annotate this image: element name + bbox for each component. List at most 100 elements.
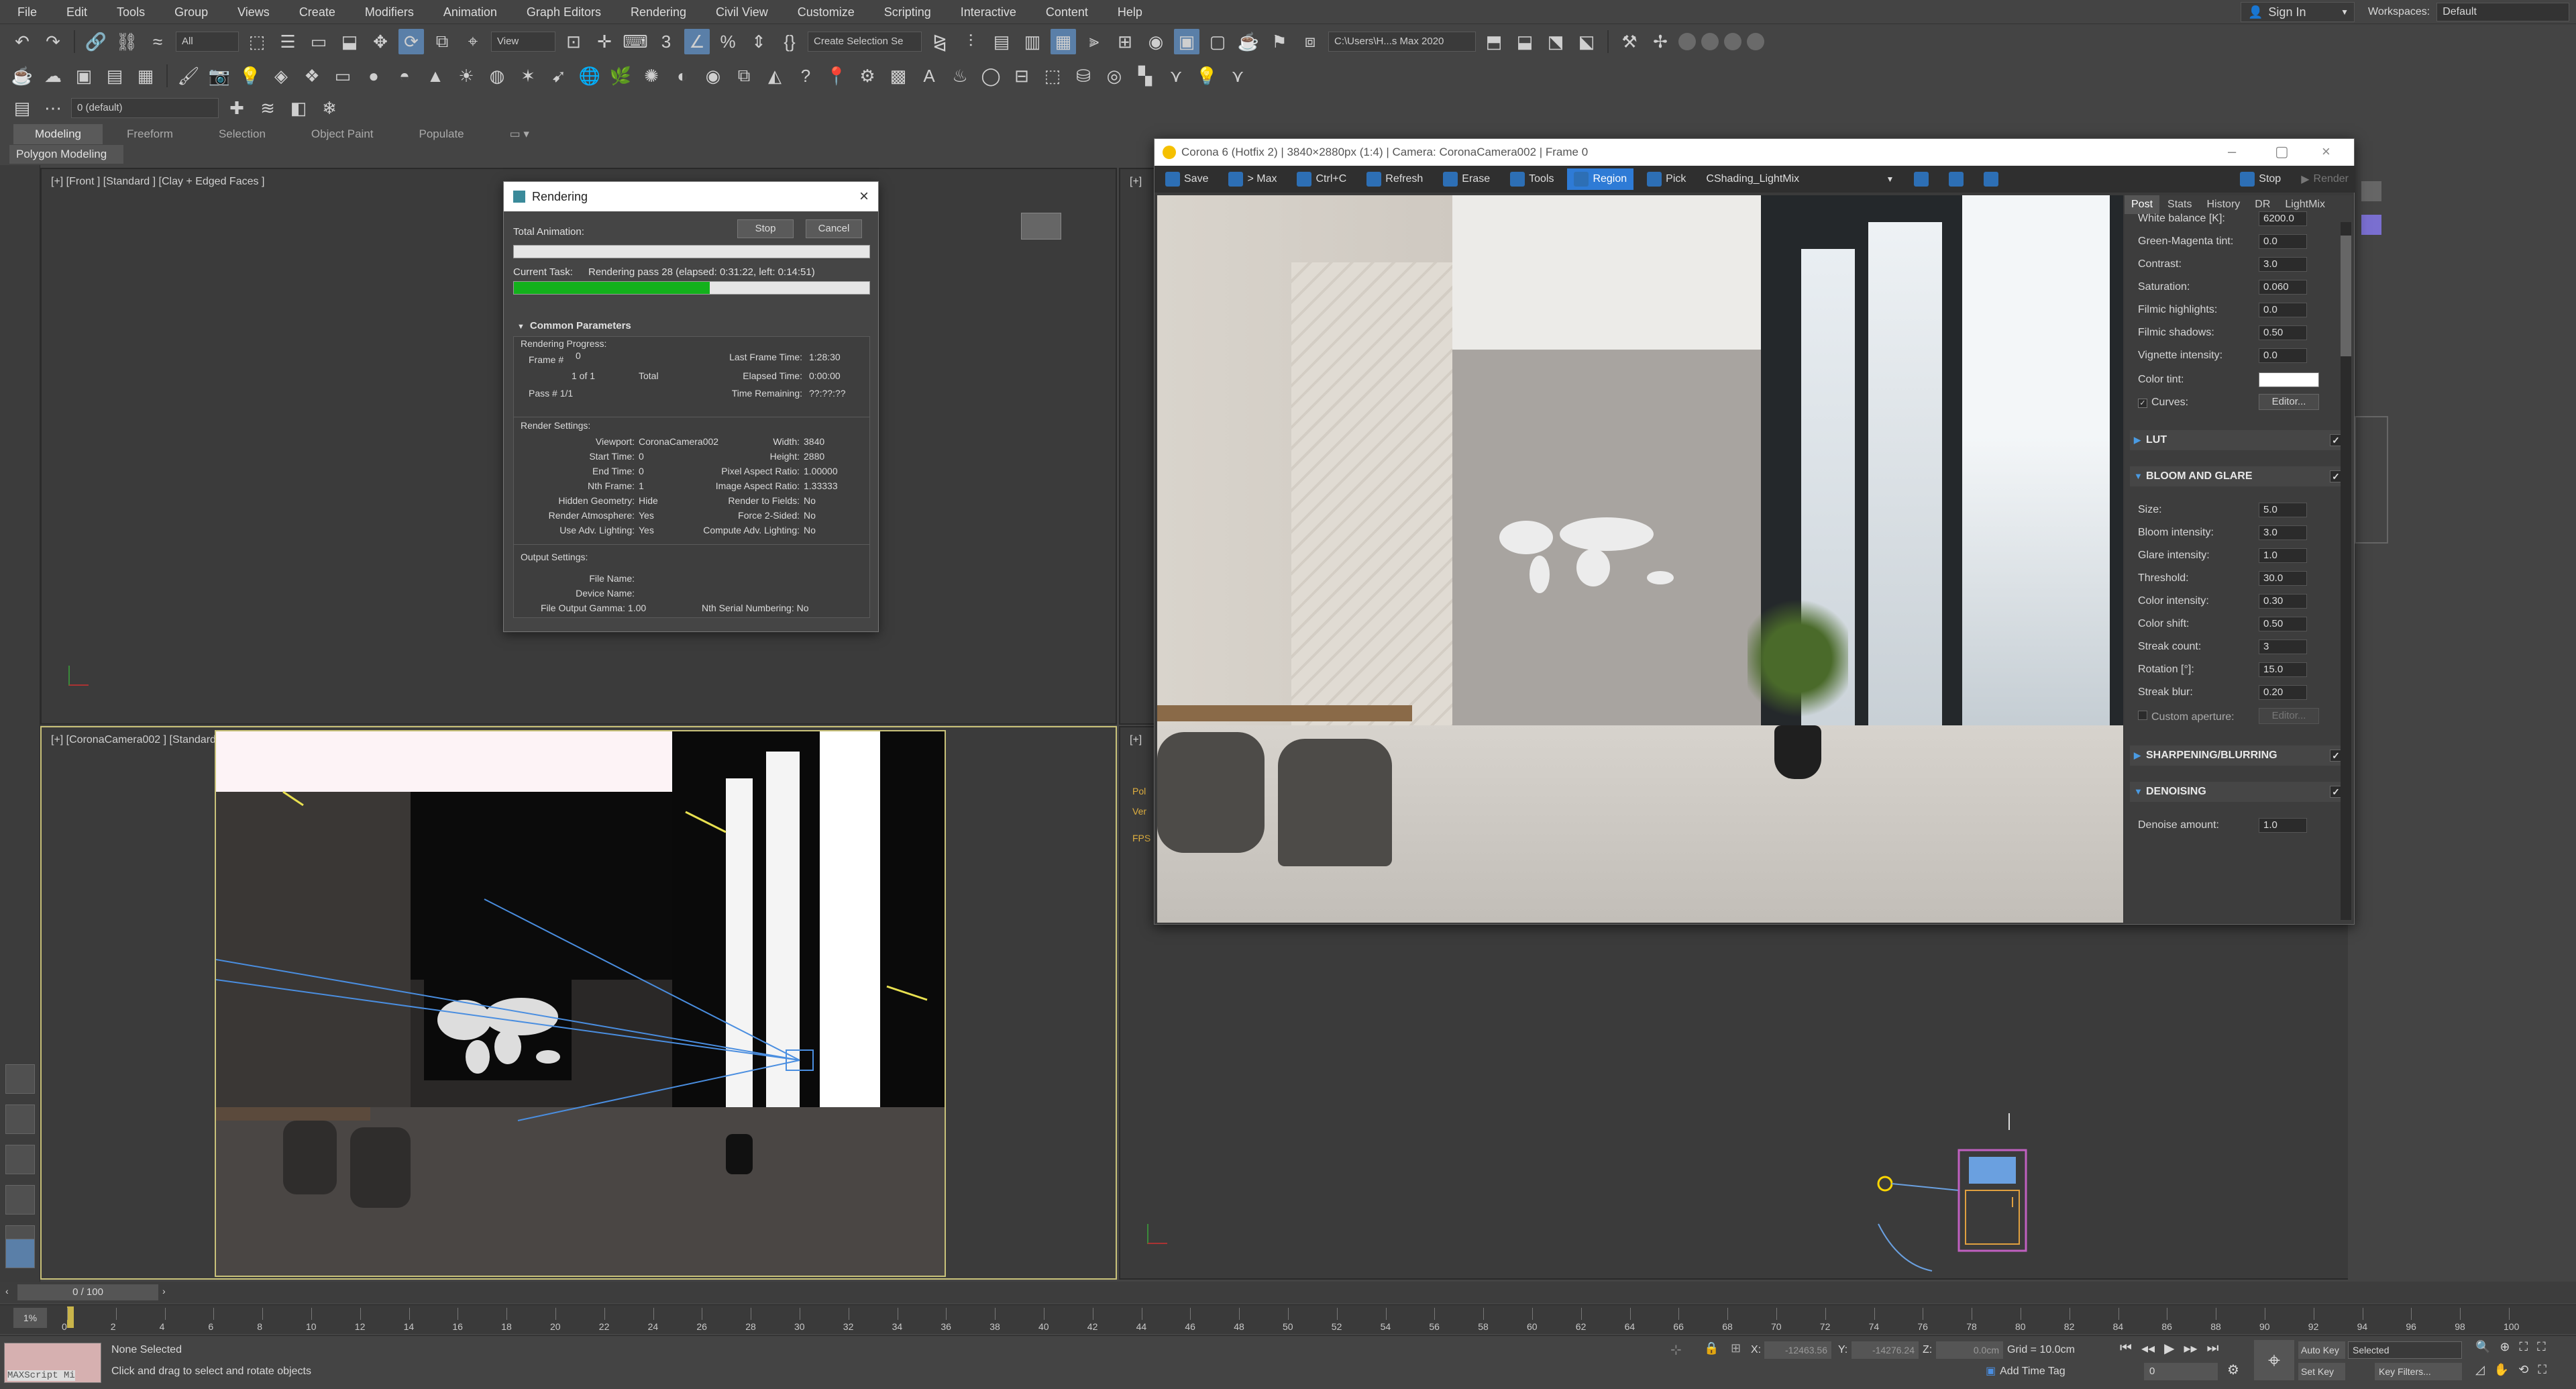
layer-manager-icon[interactable]: ▤ [9, 95, 35, 121]
layer-select-icon[interactable]: ◧ [286, 95, 311, 121]
timeline-mode-icon[interactable]: 1% [13, 1308, 47, 1328]
named-selection-icon[interactable]: {} [777, 29, 802, 54]
viewport-top-label[interactable]: [+] [1130, 734, 1142, 746]
curves-row[interactable]: ✓ Curves: [2138, 397, 2188, 409]
extra-chevron-icon[interactable]: ⋎ [1225, 63, 1250, 89]
absolute-mode-icon[interactable]: ⊞ [1731, 1341, 1741, 1355]
aperture-editor-button[interactable]: Editor... [2259, 708, 2319, 724]
orbit-icon[interactable]: ⟲ [2518, 1363, 2528, 1377]
viewport-right-label[interactable]: [+] [1130, 176, 1142, 188]
rectangular-selection-icon[interactable]: ▭ [306, 29, 331, 54]
vfb-render-button[interactable]: ▶ Render [2294, 168, 2355, 190]
vfb-save-button[interactable]: Save [1159, 168, 1215, 190]
menu-civil-view[interactable]: Civil View [701, 0, 783, 24]
pin-icon[interactable]: 📍 [824, 63, 849, 89]
layout-tab-1[interactable] [5, 1104, 35, 1134]
z-coordinate-field[interactable]: 0.0cm [1936, 1341, 2003, 1359]
zoom-in-button[interactable] [1907, 168, 1935, 190]
plane-icon[interactable]: ▭ [330, 63, 356, 89]
contrast-field[interactable]: 3.0 [2259, 257, 2307, 272]
streak-count-field[interactable]: 3 [2259, 639, 2307, 654]
scene-explorer-icon[interactable]: ▤ [989, 29, 1014, 54]
close-icon[interactable]: × [859, 187, 869, 206]
named-selection-sets-dropdown[interactable]: Create Selection Se [808, 32, 922, 52]
vfb-region-button[interactable]: Region [1567, 168, 1634, 190]
camera-icon[interactable]: 📷 [207, 63, 232, 89]
menu-help[interactable]: Help [1103, 0, 1157, 24]
sky-icon[interactable]: ◍ [484, 63, 510, 89]
menu-edit[interactable]: Edit [52, 0, 102, 24]
white-balance-field[interactable]: 6200.0 [2259, 211, 2307, 226]
layout-tab-active[interactable] [5, 1239, 35, 1268]
color-tint-swatch[interactable] [2259, 372, 2319, 387]
pan-icon[interactable]: ✋ [2494, 1363, 2509, 1377]
go-to-start-icon[interactable]: ⏮ [2120, 1341, 2132, 1356]
layer-stack-icon[interactable]: ≋ [255, 95, 280, 121]
ring-icon[interactable]: ◯ [978, 63, 1004, 89]
layout-tab-2[interactable] [5, 1145, 35, 1174]
cancel-button[interactable]: Cancel [806, 219, 862, 238]
proxy-icon[interactable]: ◈ [268, 63, 294, 89]
menu-views[interactable]: Views [223, 0, 284, 24]
eye-icon[interactable]: ◎ [1102, 63, 1127, 89]
text-icon[interactable]: A [916, 63, 942, 89]
key-selection-dropdown[interactable]: Selected [2348, 1341, 2462, 1359]
time-config-icon[interactable]: ⚙ [2227, 1361, 2239, 1378]
tab-populate[interactable]: Populate [398, 124, 486, 144]
link-icon[interactable]: 🔗 [83, 29, 109, 54]
tab-object-paint[interactable]: Object Paint [290, 124, 395, 144]
stop-button[interactable]: Stop [737, 219, 794, 238]
menu-tools[interactable]: Tools [102, 0, 160, 24]
keyboard-shortcut-icon[interactable]: ⌨ [623, 29, 648, 54]
project-folder-dropdown[interactable]: C:\Users\H...s Max 2020 [1328, 32, 1476, 52]
shape-icon[interactable]: ◭ [762, 63, 788, 89]
ribbon-options-icon[interactable]: ▭ ▾ [488, 124, 551, 144]
pivot-center-icon[interactable]: ⊡ [561, 29, 586, 54]
previous-frame-icon[interactable]: ◂◂ [2141, 1340, 2155, 1357]
maximize-viewport-icon[interactable]: ⛶ [2538, 1363, 2546, 1377]
menu-scripting[interactable]: Scripting [869, 0, 946, 24]
select-object-icon[interactable]: ⬚ [244, 29, 270, 54]
checker-icon[interactable]: ▚ [1132, 63, 1158, 89]
next-frame-icon[interactable]: ▸▸ [2184, 1340, 2197, 1357]
vfb-erase-button[interactable]: Erase [1436, 168, 1497, 190]
undo-icon[interactable]: ↶ [9, 29, 35, 54]
panel-scrollbar[interactable] [2341, 222, 2351, 920]
teapot-icon[interactable]: ☕ [9, 63, 35, 89]
timeline-track[interactable]: 1% 0 2 4 6 8 10 12 14 16 18 20 22 24 26 28 30 32 34 36 38 40… [0, 1304, 2576, 1334]
x-coordinate-field[interactable]: -12463.56 [1764, 1341, 1831, 1359]
tab-history[interactable]: History [2200, 195, 2247, 214]
sharpening-section[interactable]: ▶ SHARPENING/BLURRING ✓ [2130, 745, 2347, 766]
zoom-extents-icon[interactable]: ⛶ [2520, 1340, 2528, 1354]
select-scale-icon[interactable]: ⧉ [429, 29, 455, 54]
percent-snap-icon[interactable]: % [715, 29, 741, 54]
bulb-icon[interactable]: 💡 [1194, 63, 1220, 89]
bloom-intensity-field[interactable]: 3.0 [2259, 525, 2307, 540]
vfb-stop-button[interactable]: Stop [2233, 168, 2288, 190]
minimize-icon[interactable]: – [2228, 143, 2236, 160]
cone-icon[interactable]: ▲ [423, 63, 448, 89]
lock-icon[interactable]: 🔒 [1704, 1341, 1719, 1355]
select-move-icon[interactable]: ✥ [368, 29, 393, 54]
bloom-glare-section[interactable]: ▼ BLOOM AND GLARE ✓ [2130, 466, 2347, 486]
set-key-mode-icon[interactable]: ⌖ [2254, 1340, 2294, 1380]
streak-blur-field[interactable]: 0.20 [2259, 685, 2307, 700]
clip-icon[interactable]: ◐ [669, 63, 695, 89]
vfb-titlebar[interactable]: Corona 6 (Hotfix 2) | 3840×2880px (1:4) … [1155, 139, 2354, 166]
fur-icon[interactable]: ✺ [639, 63, 664, 89]
denoising-section[interactable]: ▼ DENOISING ✓ [2130, 782, 2347, 802]
selection-filter-dropdown[interactable]: All [176, 32, 239, 52]
stack-icon[interactable]: ⊟ [1009, 63, 1034, 89]
tree-icon[interactable]: 🌿 [608, 63, 633, 89]
filmic-highlights-field[interactable]: 0.0 [2259, 303, 2307, 317]
zoom-out-button[interactable] [1942, 168, 1970, 190]
tab-post[interactable]: Post [2125, 195, 2160, 214]
mirror-icon[interactable]: ⧎ [927, 29, 953, 54]
vignette-field[interactable]: 0.0 [2259, 348, 2307, 363]
scatter-icon[interactable]: ❖ [299, 63, 325, 89]
script-icon-1[interactable]: ⚒ [1617, 29, 1642, 54]
set-key-button[interactable]: Set Key [2298, 1363, 2345, 1380]
time-slider[interactable]: ‹ 0 / 100 › [0, 1282, 2576, 1303]
maxscript-listener[interactable]: MAXScript Mi [4, 1343, 101, 1383]
script-icon-2[interactable]: ✢ [1648, 29, 1673, 54]
